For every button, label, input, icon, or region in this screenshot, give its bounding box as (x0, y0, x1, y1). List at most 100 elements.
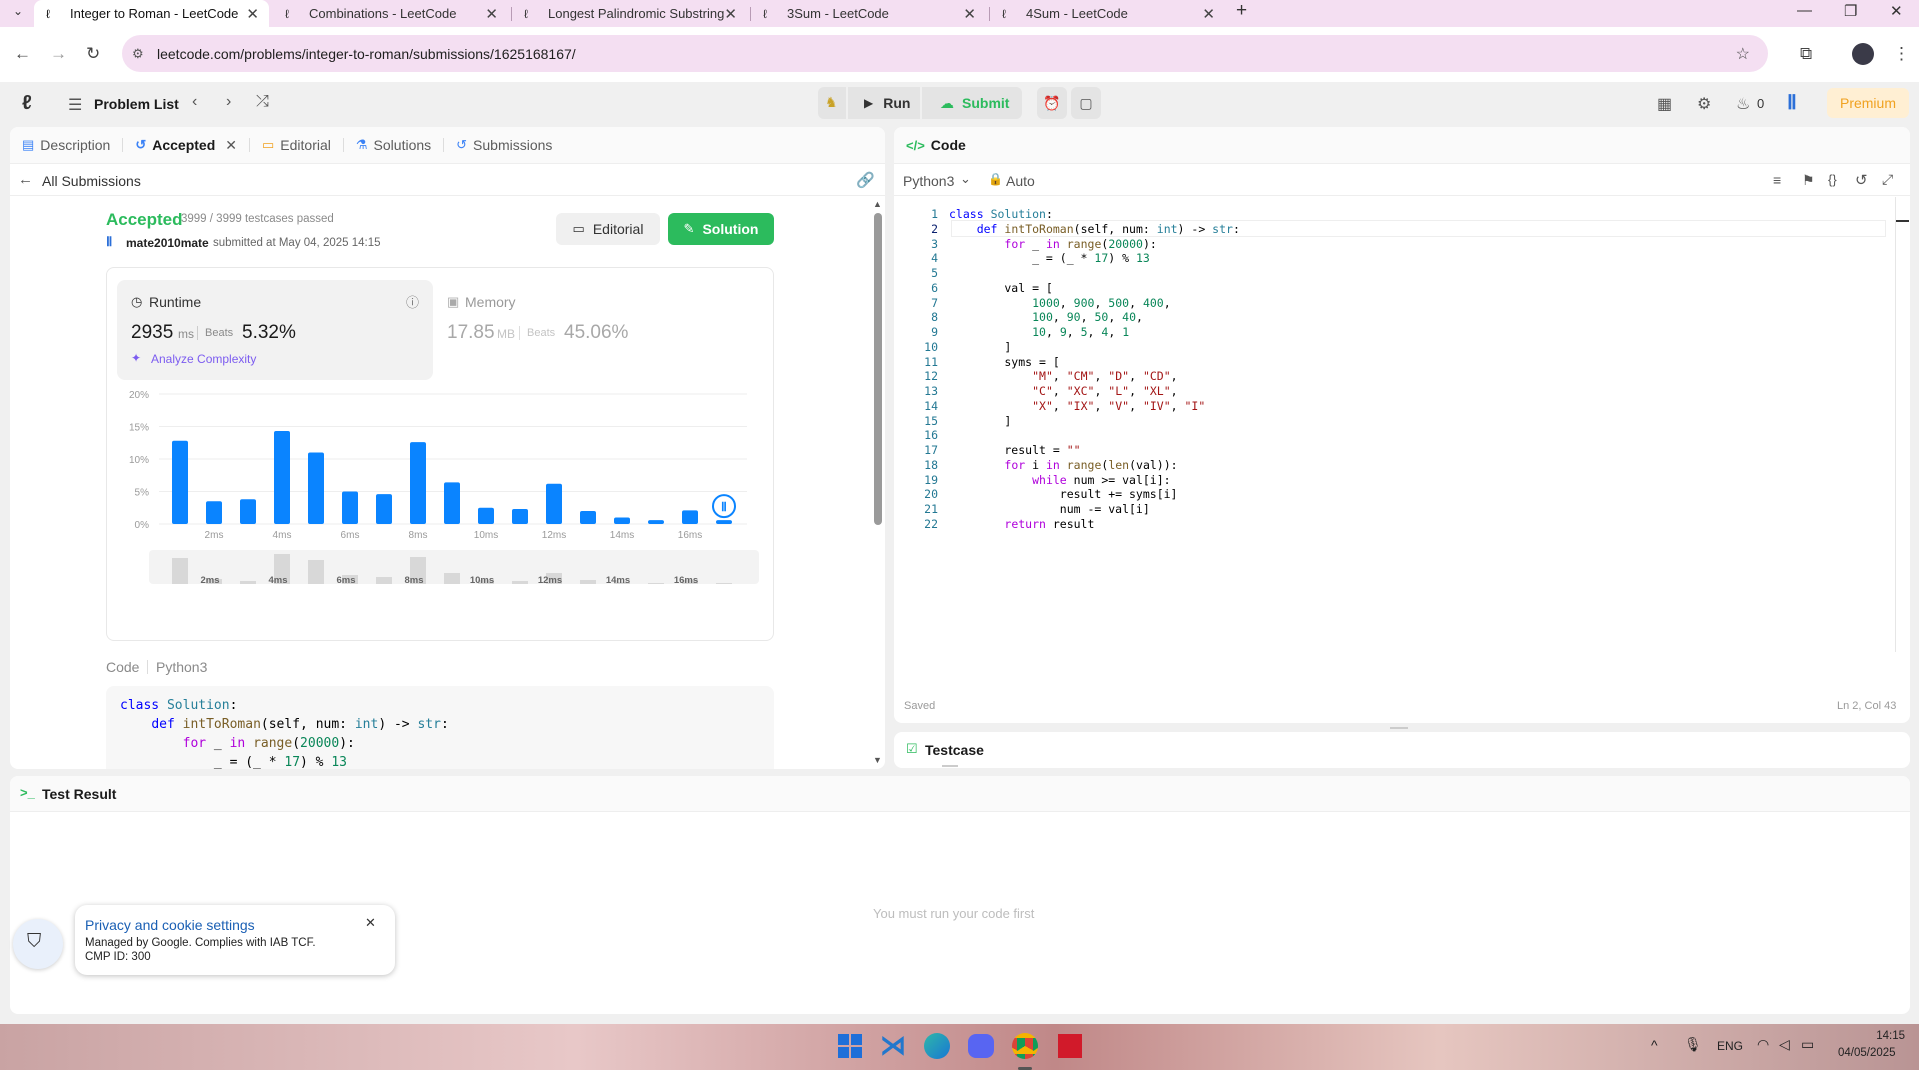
expand-icon[interactable]: ⤢ (1882, 171, 1893, 188)
submitter-username[interactable]: mate2010mate (126, 236, 209, 250)
edge-icon[interactable] (924, 1033, 950, 1059)
browser-tab-integer-to-roman[interactable]: ℓ Integer to Roman - LeetCode ✕ (34, 0, 269, 27)
code-line[interactable]: while num >= val[i]: (949, 473, 1170, 487)
chrome-icon[interactable] (1012, 1033, 1038, 1059)
all-submissions-link[interactable]: All Submissions (42, 173, 141, 189)
browser-tab-longest-palindromic[interactable]: ℓ Longest Palindromic Substring ✕ (512, 0, 747, 27)
format-icon[interactable]: ≡ (1773, 172, 1781, 188)
resize-handle[interactable] (1390, 727, 1408, 729)
shuffle-icon[interactable]: ⤮ (256, 93, 269, 111)
close-window-icon[interactable]: ✕ (1890, 2, 1903, 20)
code-line[interactable]: num -= val[i] (949, 502, 1150, 516)
code-line[interactable]: result = "" (949, 443, 1080, 457)
code-line[interactable]: "C", "XC", "L", "XL", (949, 384, 1177, 398)
profile-avatar[interactable] (1852, 43, 1874, 65)
next-problem-icon[interactable]: › (226, 93, 231, 111)
submit-button[interactable]: ☁ Submit (922, 87, 1022, 119)
browser-menu-icon[interactable]: ⋮ (1893, 44, 1910, 64)
close-tab-icon[interactable]: ✕ (246, 5, 259, 23)
resize-handle[interactable] (942, 765, 958, 767)
test-result-title[interactable]: Test Result (42, 786, 116, 802)
close-tab-icon[interactable]: ✕ (963, 5, 976, 23)
amd-icon[interactable] (1058, 1034, 1082, 1058)
back-arrow-icon[interactable]: ← (18, 171, 33, 188)
code-line[interactable]: _ = (_ * 17) % 13 (949, 251, 1150, 265)
site-info-icon[interactable]: ⚙ (132, 46, 144, 62)
code-line[interactable]: def intToRoman(self, num: int) -> str: (949, 222, 1240, 236)
debug-button[interactable]: ♞ (818, 87, 846, 119)
notes-icon[interactable]: ▢ (1071, 87, 1101, 119)
url-field[interactable]: ⚙ leetcode.com/problems/integer-to-roman… (122, 35, 1768, 72)
user-avatar-icon[interactable]: Ⅱ (1787, 90, 1797, 115)
privacy-shield-button[interactable]: ⛉ (13, 919, 63, 969)
volume-icon[interactable]: ◁ (1779, 1036, 1790, 1053)
bookmark-star-icon[interactable]: ☆ (1736, 44, 1750, 64)
tray-chevron-icon[interactable]: ^ (1651, 1037, 1658, 1053)
browser-tab-combinations[interactable]: ℓ Combinations - LeetCode ✕ (273, 0, 508, 27)
wifi-icon[interactable]: ◠ (1757, 1036, 1769, 1053)
windows-start-icon[interactable] (838, 1034, 862, 1058)
browser-tab-4sum[interactable]: ℓ 4Sum - LeetCode ✕ (990, 0, 1225, 27)
premium-button[interactable]: Premium (1827, 88, 1909, 118)
language-selector[interactable]: Python3 (903, 173, 954, 189)
prev-problem-icon[interactable]: ‹ (192, 93, 197, 111)
back-icon[interactable]: ← (14, 44, 31, 64)
problem-list-icon[interactable]: ☰ (68, 95, 82, 115)
vscode-icon[interactable]: ⋊ (880, 1030, 906, 1061)
tab-submissions[interactable]: ↺ Submissions (456, 137, 552, 153)
info-icon[interactable]: ⓘ (406, 292, 419, 311)
discord-icon[interactable] (968, 1034, 994, 1058)
close-tab-icon[interactable]: ✕ (225, 137, 237, 154)
layout-icon[interactable]: ▦ (1657, 94, 1672, 114)
close-tab-icon[interactable]: ✕ (485, 5, 498, 23)
microphone-icon[interactable]: 🎙 (1684, 1036, 1702, 1053)
code-line[interactable]: 100, 90, 50, 40, (949, 310, 1143, 324)
tab-search-icon[interactable]: ⌄ (13, 4, 23, 18)
tab-accepted[interactable]: ↺ Accepted ✕ (135, 137, 237, 154)
code-line[interactable]: ] (949, 414, 1011, 428)
battery-icon[interactable]: ▭ (1801, 1036, 1814, 1053)
analyze-complexity-link[interactable]: Analyze Complexity (151, 352, 256, 366)
runtime-card[interactable]: ◷ Runtime ⓘ 2935 ms Beats 5.32% ✦ Analyz… (117, 280, 433, 380)
editor-scroll-track[interactable] (1895, 197, 1896, 652)
problem-list-link[interactable]: Problem List (94, 96, 179, 112)
forward-icon[interactable]: → (50, 44, 67, 64)
settings-gear-icon[interactable]: ⚙ (1697, 94, 1711, 114)
code-line[interactable]: 1000, 900, 500, 400, (949, 296, 1171, 310)
autocomplete-mode[interactable]: Auto (1006, 173, 1035, 189)
new-tab-icon[interactable]: + (1236, 0, 1247, 22)
reset-icon[interactable]: ↺ (1855, 171, 1868, 189)
code-line[interactable]: for i in range(len(val)): (949, 458, 1177, 472)
testcase-panel[interactable]: ☑ Testcase (894, 732, 1910, 768)
run-button[interactable]: ▶ Run (848, 87, 920, 119)
bookmark-icon[interactable]: ⚑ (1802, 172, 1815, 189)
minimize-icon[interactable]: — (1797, 2, 1812, 19)
close-popup-icon[interactable]: ✕ (365, 915, 376, 931)
code-line[interactable]: "X", "IX", "V", "IV", "I" (949, 399, 1205, 413)
braces-icon[interactable]: {} (1828, 172, 1837, 187)
solution-button[interactable]: ✎ Solution (668, 213, 774, 245)
share-link-icon[interactable]: 🔗 (856, 171, 875, 189)
code-line[interactable]: "M", "CM", "D", "CD", (949, 369, 1177, 383)
scroll-up-icon[interactable]: ▲ (873, 199, 882, 209)
tab-solutions[interactable]: ⚗ Solutions (356, 137, 431, 153)
code-line[interactable]: return result (949, 517, 1094, 531)
clock-time[interactable]: 14:15 (1860, 1030, 1905, 1042)
reload-icon[interactable]: ↻ (86, 44, 100, 64)
leetcode-logo[interactable]: ℓ (22, 92, 32, 115)
runtime-distribution-chart[interactable]: 20% 15% 10% 5% 0% 2ms 4ms 6ms 8ms 10ms 12ms 14ms 16m… (107, 388, 773, 640)
clock-date[interactable]: 04/05/2025 (1838, 1047, 1896, 1059)
close-tab-icon[interactable]: ✕ (724, 5, 737, 23)
code-line[interactable]: result += syms[i] (949, 487, 1178, 501)
scroll-down-icon[interactable]: ▼ (873, 755, 882, 765)
close-tab-icon[interactable]: ✕ (1202, 5, 1215, 23)
browser-tab-3sum[interactable]: ℓ 3Sum - LeetCode ✕ (751, 0, 986, 27)
code-line[interactable]: 10, 9, 5, 4, 1 (949, 325, 1129, 339)
memory-card[interactable]: ▣ Memory 17.85 MB Beats 45.06% (447, 280, 747, 380)
scrollbar-thumb[interactable] (874, 213, 882, 525)
code-line[interactable]: for _ in range(20000): (949, 237, 1156, 251)
extensions-icon[interactable]: ⧉ (1800, 44, 1812, 64)
code-line[interactable]: val = [ (949, 281, 1052, 295)
tab-editorial[interactable]: ▭ Editorial (262, 137, 331, 153)
timer-icon[interactable]: ⏰ (1037, 87, 1067, 119)
